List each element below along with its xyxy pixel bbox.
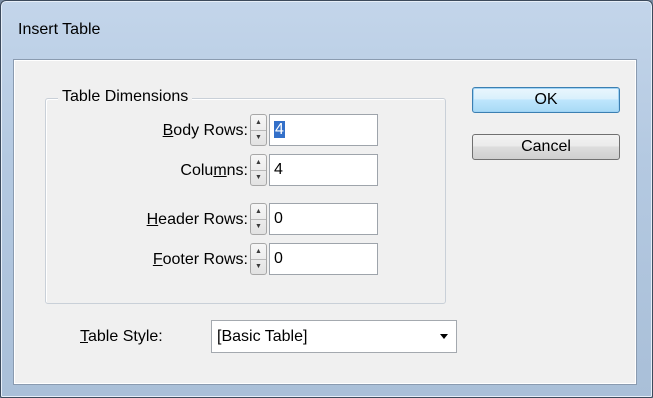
columns-row: Columns: [74,154,248,188]
body-rows-row: Body Rows: [74,114,248,148]
dialog-body: Table Dimensions Body Rows: ▲ ▼ 4 Column… [13,59,637,385]
body-rows-input[interactable]: 4 [269,114,378,146]
body-rows-label: Body Rows: [162,122,248,139]
ok-button[interactable]: OK [472,87,620,113]
table-style-select[interactable]: [Basic Table] [211,320,457,353]
header-rows-value: 0 [274,210,283,227]
table-style-label: Table Style: [80,328,163,345]
header-rows-spinner[interactable]: ▲ ▼ [250,203,267,235]
up-arrow-icon[interactable]: ▲ [251,155,266,171]
columns-value: 4 [274,161,283,178]
body-rows-spinner[interactable]: ▲ ▼ [250,114,267,146]
down-arrow-icon[interactable]: ▼ [251,259,266,274]
down-arrow-icon[interactable]: ▼ [251,130,266,145]
body-rows-value: 4 [274,121,285,138]
header-rows-row: Header Rows: [74,203,248,237]
footer-rows-label: Footer Rows: [152,251,248,268]
up-arrow-icon[interactable]: ▲ [251,204,266,220]
dialog-title: Insert Table [18,21,101,38]
columns-spinner[interactable]: ▲ ▼ [250,154,267,186]
table-style-value: [Basic Table] [217,328,308,345]
up-arrow-icon[interactable]: ▲ [251,115,266,131]
down-arrow-icon[interactable]: ▼ [251,219,266,234]
down-arrow-icon[interactable]: ▼ [251,170,266,185]
chevron-down-icon[interactable] [440,334,448,339]
up-arrow-icon[interactable]: ▲ [251,244,266,260]
header-rows-input[interactable]: 0 [269,203,378,235]
header-rows-label: Header Rows: [146,211,248,228]
cancel-button[interactable]: Cancel [472,134,620,160]
columns-input[interactable]: 4 [269,154,378,186]
dialog-window: Insert Table Table Dimensions Body Rows:… [0,0,653,398]
columns-label: Columns: [180,162,248,179]
group-legend: Table Dimensions [58,88,193,106]
footer-rows-row: Footer Rows: [74,243,248,277]
footer-rows-value: 0 [274,250,283,267]
title-bar[interactable]: Insert Table [1,1,652,61]
footer-rows-spinner[interactable]: ▲ ▼ [250,243,267,275]
footer-rows-input[interactable]: 0 [269,243,378,275]
